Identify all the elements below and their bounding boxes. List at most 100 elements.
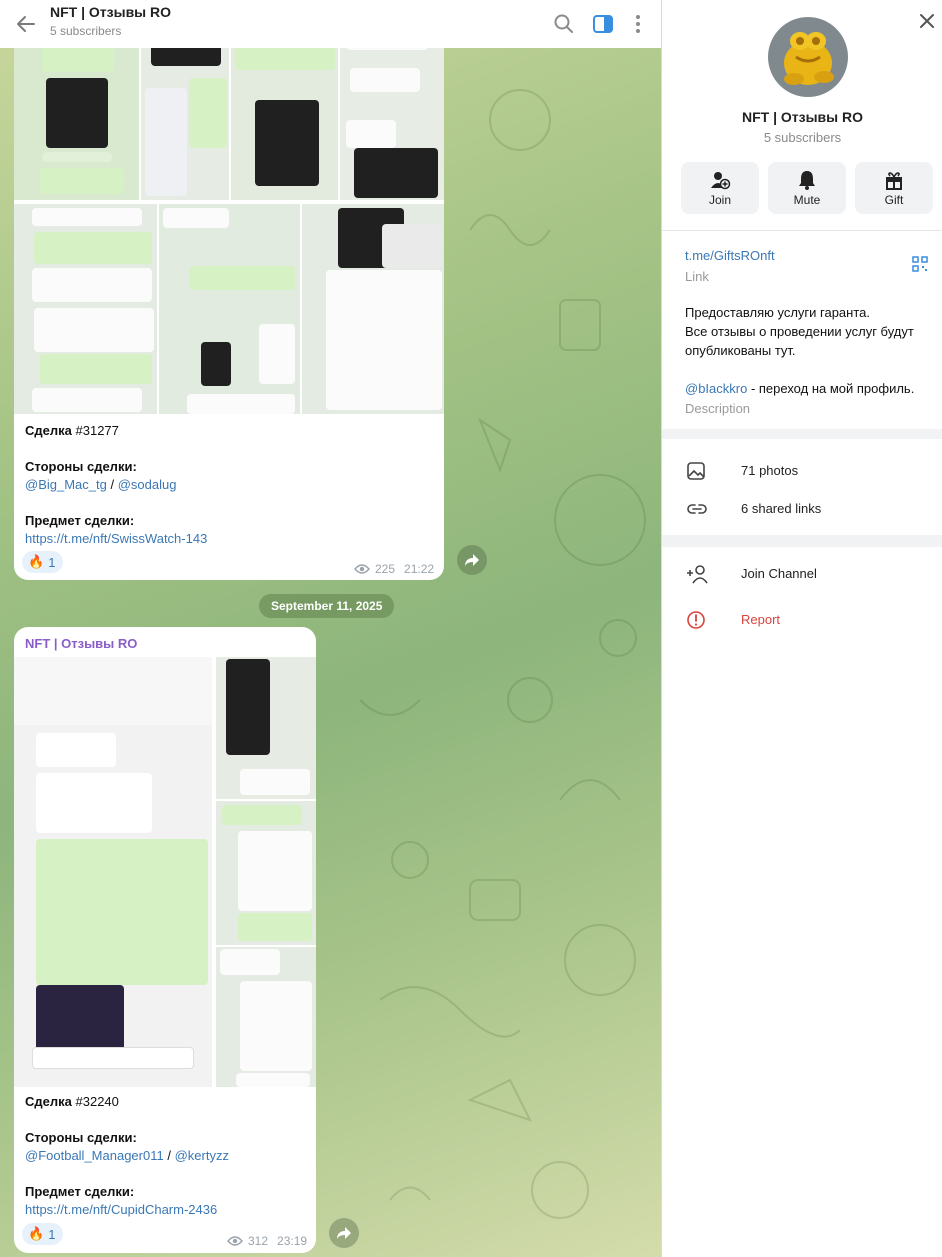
album-photo[interactable] [231,28,338,200]
profile-handle-link[interactable]: @bIackkro [685,381,747,396]
message-time: 23:19 [277,1234,308,1248]
description-line: Предоставляю услуги гаранта. [685,305,870,320]
share-icon [337,1227,351,1239]
bell-icon [799,171,815,190]
profile-note: - переход на мой профиль. [747,381,915,396]
mute-button-label: Mute [793,193,821,207]
back-arrow-icon[interactable] [14,12,38,36]
join-button-label: Join [708,193,731,207]
item-link[interactable]: https://t.me/nft/CupidCharm-2436 [25,1202,217,1217]
channel-description: Предоставляю услуги гаранта. Все отзывы … [685,303,935,398]
reaction-count: 1 [48,1226,56,1242]
channel-info-panel: NFT | Отзывы RO 5 subscribers Join Mute [661,0,942,1257]
message-meta: 312 23:19 [227,1234,307,1248]
photos-row[interactable]: 71 photos [662,452,942,490]
album-photo[interactable] [216,801,316,945]
chat-header: NFT | Отзывы RO 5 subscribers [0,0,661,48]
fire-emoji: 🔥 [28,1226,45,1241]
gift-button-label: Gift [884,193,904,207]
fire-emoji: 🔥 [28,554,45,569]
reaction-chip[interactable]: 🔥 1 [22,1223,64,1245]
view-count: 225 [375,562,396,576]
party-link[interactable]: @Big_Mac_tg [25,477,107,492]
search-icon[interactable] [552,12,576,36]
reaction-chip[interactable]: 🔥 1 [22,551,64,573]
share-icon [465,554,479,566]
album-photo[interactable] [159,204,300,414]
channel-post[interactable]: Сделка #31277 Стороны сделки: @Big_Mac_t… [14,28,444,580]
link-caption: Link [685,269,709,284]
photo-icon [687,462,705,480]
gift-icon [886,172,902,190]
album-photo[interactable] [14,657,212,1087]
eye-icon [354,564,370,574]
subscriber-count: 5 subscribers [763,130,842,145]
chat-subtitle: 5 subscribers [50,24,122,38]
deal-label: Сделка [25,423,72,438]
join-button[interactable]: Join [681,162,759,214]
deal-number: #31277 [75,423,119,438]
post-caption: Сделка #32240 Стороны сделки: @Football_… [25,1093,229,1219]
qr-code-icon[interactable] [912,256,928,272]
channel-profile-section: NFT | Отзывы RO 5 subscribers Join Mute [662,0,942,429]
gift-button[interactable]: Gift [855,162,933,214]
message-time: 21:22 [404,562,435,576]
shared-links-row[interactable]: 6 shared links [662,490,942,528]
channel-post[interactable]: NFT | Отзывы RO Сделка #32240 Стороны сд… [14,627,316,1253]
post-image-album[interactable] [14,657,316,1087]
link-icon [687,504,707,514]
sidebar-toggle-icon[interactable] [591,12,615,36]
view-count: 312 [248,1234,269,1248]
item-link[interactable]: https://t.me/nft/SwissWatch-143 [25,531,207,546]
photos-count: 71 photos [741,463,799,478]
channel-actions-section: Join Channel Report [662,547,942,1257]
add-user-icon [687,565,708,584]
join-channel-label: Join Channel [741,566,817,581]
album-photo[interactable] [302,204,444,414]
share-button[interactable] [457,545,487,575]
channel-info: t.me/GiftsROnft Link Предоставляю услуги… [662,230,942,429]
post-sender[interactable]: NFT | Отзывы RO [25,636,137,651]
chat-title[interactable]: NFT | Отзывы RO [50,4,171,20]
deal-number: #32240 [75,1094,119,1109]
close-icon[interactable] [916,10,938,32]
parties-label: Стороны сделки: [25,1130,137,1145]
mute-button[interactable]: Mute [768,162,846,214]
date-separator: September 11, 2025 [259,594,395,618]
party-link[interactable]: @sodalug [118,477,177,492]
description-line: Все отзывы о проведении услуг будут опуб… [685,324,914,358]
party-separator: / [167,1148,171,1163]
album-photo[interactable] [216,657,316,799]
report-label: Report [741,612,781,627]
channel-avatar[interactable] [768,17,848,97]
shared-media-section: 71 photos 6 shared links [662,439,942,535]
deal-label: Сделка [25,1094,72,1109]
add-user-icon [711,172,731,190]
frog-mascot-image [784,32,834,85]
item-label: Предмет сделки: [25,513,135,528]
album-photo[interactable] [216,947,316,1087]
post-caption: Сделка #31277 Стороны сделки: @Big_Mac_t… [25,422,207,548]
shared-links-count: 6 shared links [741,501,822,516]
message-meta: 225 21:22 [354,562,434,576]
album-photo[interactable] [14,204,157,414]
reaction-count: 1 [48,554,56,570]
album-photo[interactable] [14,28,139,200]
album-photo[interactable] [141,28,229,200]
join-channel-row[interactable]: Join Channel [662,555,942,593]
description-caption: Description [685,401,751,416]
report-row[interactable]: Report [662,601,942,639]
more-vertical-icon[interactable] [626,12,650,36]
channel-name: NFT | Отзывы RO [741,109,864,125]
party-link[interactable]: @kertyzz [175,1148,229,1163]
share-button[interactable] [329,1218,359,1248]
chat-area: NFT | Отзывы RO 5 subscribers Сделка #31… [0,0,661,1257]
channel-link[interactable]: t.me/GiftsROnft [685,248,775,263]
post-image-album[interactable] [14,28,444,414]
party-separator: / [110,477,115,492]
party-link[interactable]: @Football_Manager011 [25,1148,164,1163]
item-label: Предмет сделки: [25,1184,135,1199]
alert-icon [687,611,705,629]
album-photo[interactable] [340,28,444,200]
eye-icon [227,1236,243,1246]
